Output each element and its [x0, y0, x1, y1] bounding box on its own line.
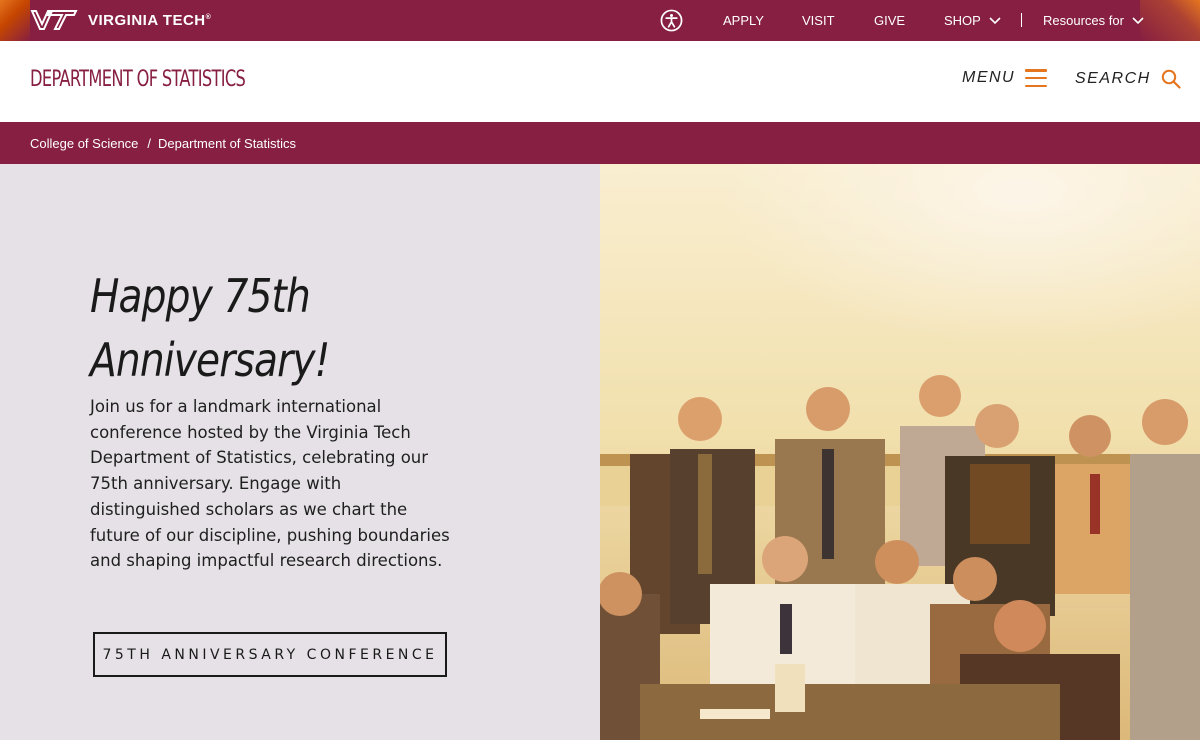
search-icon [1161, 69, 1181, 89]
vintage-group-photo-image [600, 164, 1200, 740]
hamburger-menu-icon [1025, 69, 1048, 87]
utility-divider [1021, 13, 1022, 27]
shop-label: SHOP [944, 13, 981, 28]
search-button[interactable]: SEARCH [1075, 69, 1181, 89]
hero-text-panel: Happy 75th Anniversary! Join us for a la… [0, 164, 600, 740]
breadcrumb-college-of-science[interactable]: College of Science [30, 136, 138, 151]
breadcrumb-separator: / [147, 135, 152, 151]
vt-logo-icon [30, 10, 78, 30]
hero-photo [600, 164, 1200, 740]
visit-link[interactable]: VISIT [802, 13, 835, 28]
anniversary-conference-button[interactable]: 75TH ANNIVERSARY CONFERENCE [93, 632, 447, 677]
chevron-down-icon [1132, 16, 1144, 24]
chevron-down-icon [989, 16, 1001, 24]
orange-accent-left [0, 0, 30, 41]
accessibility-icon[interactable] [660, 9, 683, 32]
shop-dropdown[interactable]: SHOP [944, 13, 1001, 28]
resources-dropdown[interactable]: Resources for [1043, 13, 1144, 28]
hero-heading: Happy 75th Anniversary! [90, 264, 447, 392]
hero-body-text: Join us for a landmark international con… [90, 397, 450, 571]
top-utility-bar: VIRGINIA TECH® APPLY VISIT GIVE SHOP Res… [0, 0, 1200, 41]
department-title-link[interactable]: DEPARTMENT OF STATISTICS [30, 67, 246, 92]
orange-accent-right [1140, 0, 1200, 41]
give-link[interactable]: GIVE [874, 13, 905, 28]
breadcrumb: College of Science / Department of Stati… [0, 122, 1200, 164]
brand-wordmark: VIRGINIA TECH® [88, 11, 212, 29]
menu-label: MENU [962, 69, 1016, 86]
search-label: SEARCH [1075, 70, 1151, 87]
hero-heading-line1: Happy 75th [90, 269, 311, 323]
hero-heading-line2: Anniversary! [90, 333, 330, 387]
resources-label: Resources for [1043, 13, 1124, 28]
site-header: DEPARTMENT OF STATISTICS MENU SEARCH [0, 41, 1200, 122]
breadcrumb-department-of-statistics[interactable]: Department of Statistics [158, 136, 296, 151]
apply-link[interactable]: APPLY [723, 13, 764, 28]
menu-button[interactable]: MENU [962, 69, 1048, 87]
virginia-tech-home-link[interactable]: VIRGINIA TECH® [30, 9, 211, 31]
